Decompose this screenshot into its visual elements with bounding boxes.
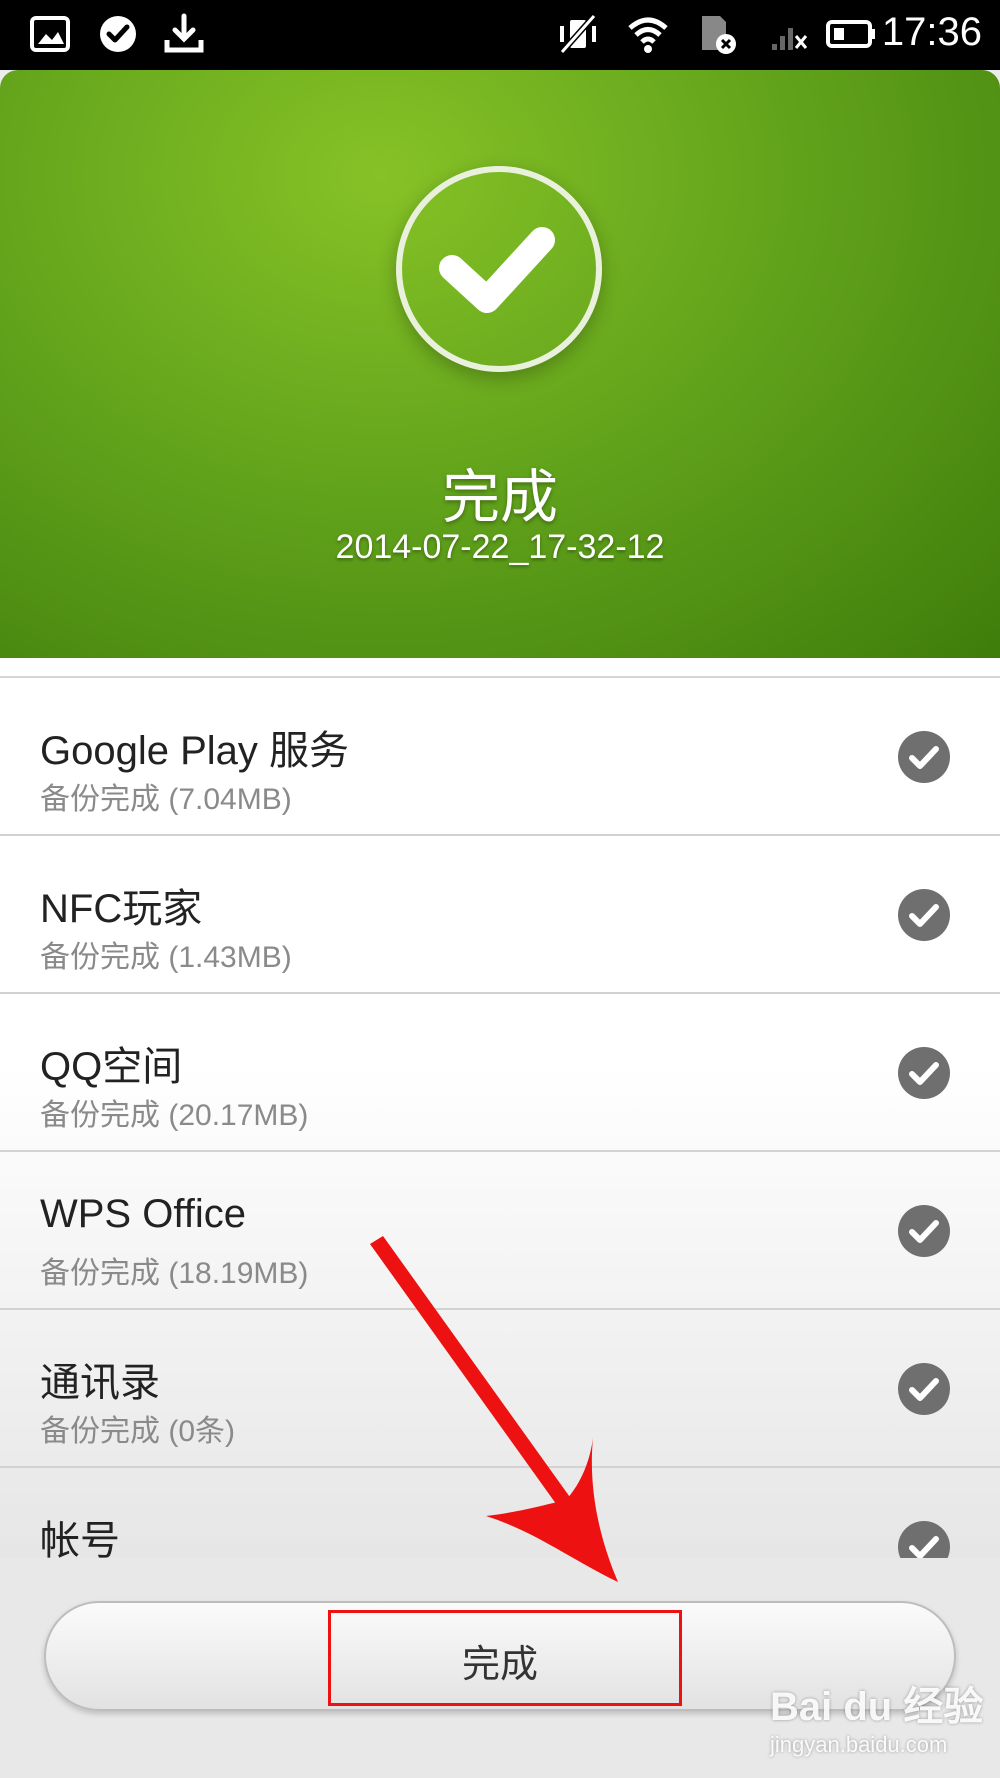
watermark-brand: Bai du 经验 [770,1685,984,1729]
watermark: Bai du 经验 jingyan.baidu.com [760,1668,990,1768]
watermark-url: jingyan.baidu.com [770,1732,948,1757]
annotation-arrow [370,1236,618,1582]
